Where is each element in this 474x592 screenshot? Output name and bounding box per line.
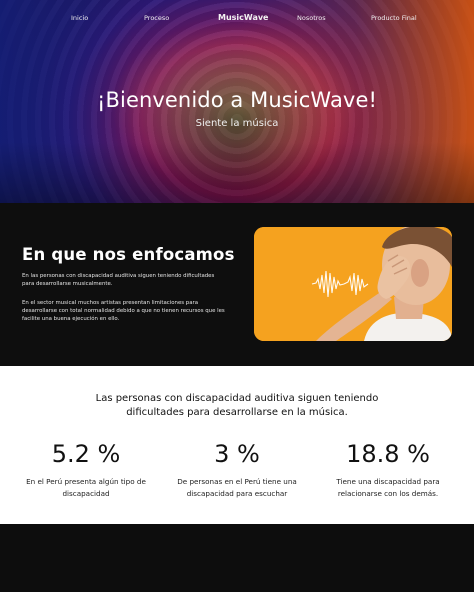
listening-person-image (254, 227, 452, 341)
stat-description: De personas en el Perú tiene una discapa… (177, 477, 297, 498)
nav-item-nosotros[interactable]: Nosotros (297, 14, 326, 22)
footer-dark-band (0, 524, 474, 592)
nav-item-proceso[interactable]: Proceso (144, 14, 169, 22)
stats-heading: Las personas con discapacidad auditiva s… (95, 393, 379, 418)
stat-value: 18.8 % (346, 440, 430, 468)
hero-subtitle: Siente la música (195, 118, 279, 129)
focus-paragraph-1: En las personas con discapacidad auditiv… (22, 273, 215, 287)
ear-listening-illustration (254, 227, 452, 341)
nav-brand-musicwave[interactable]: MusicWave (218, 13, 268, 22)
nav-item-producto-final[interactable]: Producto Final (371, 14, 417, 22)
focus-heading: En que nos enfocamos (22, 245, 235, 264)
hero-banner: Inicio Proceso MusicWave Nosotros Produc… (0, 0, 474, 203)
focus-paragraph-2: En el sector musical muchos artistas pre… (22, 300, 225, 322)
stat-value: 5.2 % (51, 440, 121, 468)
focus-section: En que nos enfocamos En las personas con… (0, 203, 474, 366)
nav-item-inicio[interactable]: Inicio (71, 14, 88, 22)
stats-section: Las personas con discapacidad auditiva s… (0, 366, 474, 524)
top-navigation: Inicio Proceso MusicWave Nosotros Produc… (0, 13, 474, 28)
stat-value: 3 % (214, 440, 260, 468)
stat-description: Tiene una discapacidad para relacionarse… (336, 477, 440, 498)
stat-description: En el Perú presenta algún tipo de discap… (26, 477, 146, 498)
hero-title: ¡Bienvenido a MusicWave! (97, 88, 377, 112)
